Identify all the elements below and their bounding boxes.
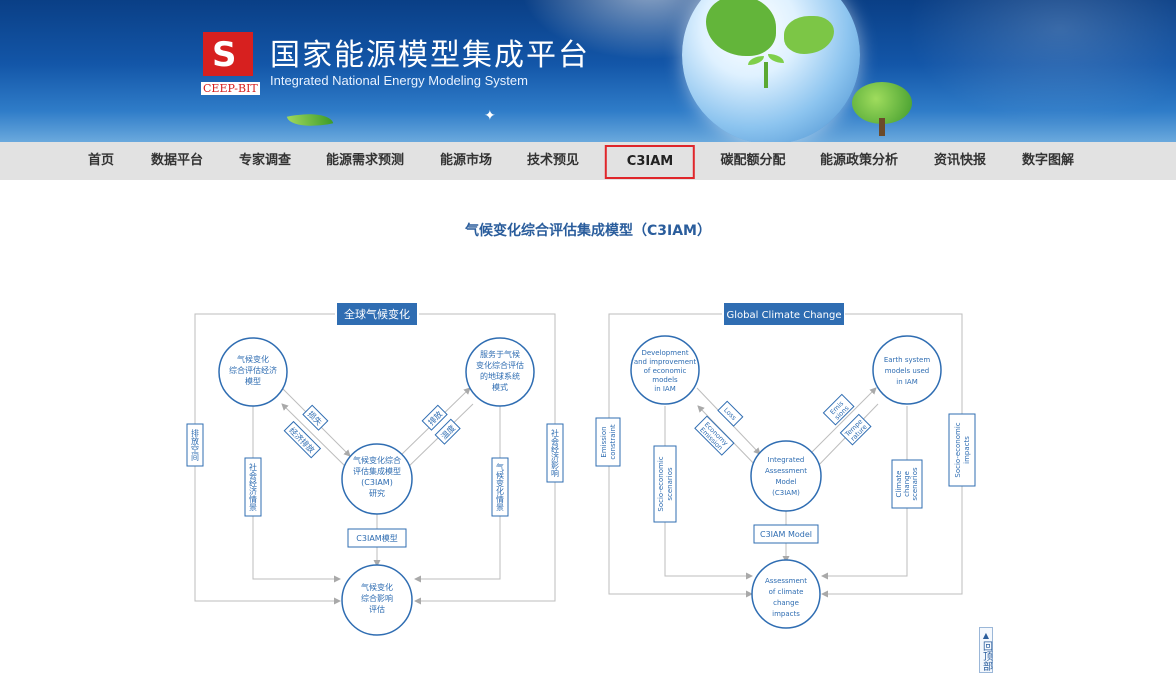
en-left-circle-l2: and improvement [634, 358, 697, 366]
en-side-left-b: constraint [609, 424, 617, 460]
en-left-circle-l1: Development [641, 349, 688, 357]
cn-center-circle-l4: 研究 [369, 488, 385, 498]
cn-bottom-circle-l3: 评估 [369, 604, 385, 614]
cn-right-circle-l3: 的地球系统 [480, 371, 520, 381]
cn-right-circle-l4: 模式 [492, 382, 508, 392]
cn-vert-right: 气候变化情景 [496, 462, 505, 511]
cn-right-circle-l2: 变化综合评估 [476, 360, 524, 370]
nav-item-digital-graphics[interactable]: 数字图解 [1022, 142, 1074, 180]
en-right-circle-l3: in IAM [896, 378, 918, 386]
diagram-top-label: 全球气候变化 [344, 307, 410, 321]
en-model-box: C3IAM Model [760, 530, 812, 539]
cn-left-circle-l3: 模型 [245, 376, 261, 386]
en-vert-right-a: Climate [895, 471, 903, 498]
en-side-right-b: impacts [963, 436, 971, 464]
en-side-left-a: Emission [600, 426, 608, 457]
en-center-circle-l1: Integrated [768, 456, 805, 464]
cn-left-circle-l1: 气候变化 [237, 354, 269, 364]
nav-item-home[interactable]: 首页 [88, 142, 114, 180]
header-banner: S CEEP-BIT 国家能源模型集成平台 Integrated Nationa… [0, 0, 1176, 142]
leaf-icon [286, 107, 334, 133]
en-vert-left-b: scenarios [666, 467, 674, 501]
en-vert-right-c: scenarios [911, 467, 919, 501]
nav-item-data-platform[interactable]: 数据平台 [151, 142, 203, 180]
cn-model-box: C3IAM模型 [356, 533, 397, 543]
cn-bottom-circle-l1: 气候变化 [361, 582, 393, 592]
cn-center-circle-l3: (C3IAM) [361, 478, 393, 487]
en-vert-left-a: Socio-economic [657, 456, 665, 511]
nav-item-c3iam[interactable]: C3IAM [604, 145, 696, 179]
cn-left-circle-l2: 综合评估经济 [229, 365, 277, 375]
en-right-circle-l1: Earth system [884, 356, 930, 364]
nav-item-energy-demand[interactable]: 能源需求预测 [326, 142, 404, 180]
nav-item-expert-survey[interactable]: 专家调查 [239, 142, 291, 180]
site-subtitle: Integrated National Energy Modeling Syst… [270, 73, 528, 88]
en-center-circle-l2: Assessment [765, 467, 807, 475]
up-arrow-icon: ▲ [982, 631, 990, 640]
nav-item-tech-foresight[interactable]: 技术预见 [527, 142, 579, 180]
logo-icon[interactable]: S [203, 32, 253, 76]
back-to-top-button[interactable]: ▲ 回顶部 [979, 627, 993, 673]
diagram-english: Global Climate Change Development and im… [592, 296, 992, 636]
diagram-chinese: 全球气候变化 气候变化 综合评估经济 模型 服务于气候 变化综合评估 的地球系统… [180, 296, 580, 646]
en-bottom-circle-l4: impacts [772, 610, 800, 618]
cn-center-circle-l2: 评估集成模型 [353, 466, 401, 476]
en-bottom-circle-l2: of climate [769, 588, 804, 596]
cn-vert-left: 社会经济情景 [249, 462, 258, 511]
globe-illustration [682, 0, 860, 142]
en-left-circle-l5: in IAM [654, 385, 676, 393]
logo-text: CEEP-BIT [201, 82, 260, 95]
cn-center-circle-l1: 气候变化综合 [353, 455, 401, 465]
site-title: 国家能源模型集成平台 [270, 38, 590, 73]
en-left-circle-l4: models [652, 376, 678, 384]
nav-item-energy-policy[interactable]: 能源政策分析 [820, 142, 898, 180]
en-center-circle-l4: (C3IAM) [772, 489, 800, 497]
en-vert-right-b: change [903, 471, 911, 497]
en-bottom-circle-l3: change [773, 599, 799, 607]
tree-trunk [879, 118, 885, 136]
en-side-right-a: Socio-economic [954, 422, 962, 477]
main-nav: 首页 数据平台 专家调查 能源需求预测 能源市场 技术预见 C3IAM 碳配额分… [0, 142, 1176, 180]
cn-side-left: 排放空间 [191, 428, 200, 462]
nav-item-carbon-quota[interactable]: 碳配额分配 [720, 142, 785, 180]
en-bottom-circle-l1: Assessment [765, 577, 807, 585]
sparkle-icon: ✦ [484, 108, 496, 124]
diagram-top-label-en: Global Climate Change [726, 310, 841, 321]
page-title: 气候变化综合评估集成模型（C3IAM） [465, 223, 711, 239]
background-glow [880, 0, 1176, 142]
cn-bottom-circle-l2: 综合影响 [361, 593, 393, 603]
cn-side-right: 社会经济影响 [551, 428, 560, 478]
en-center-circle-l3: Model [775, 478, 796, 486]
cn-right-circle-l1: 服务于气候 [480, 349, 520, 359]
en-left-circle-l3: of economic [644, 367, 687, 375]
en-right-circle-l2: models used [885, 367, 930, 375]
nav-item-energy-market[interactable]: 能源市场 [440, 142, 492, 180]
nav-item-news[interactable]: 资讯快报 [934, 142, 986, 180]
back-to-top-label: 回顶部 [980, 641, 992, 671]
